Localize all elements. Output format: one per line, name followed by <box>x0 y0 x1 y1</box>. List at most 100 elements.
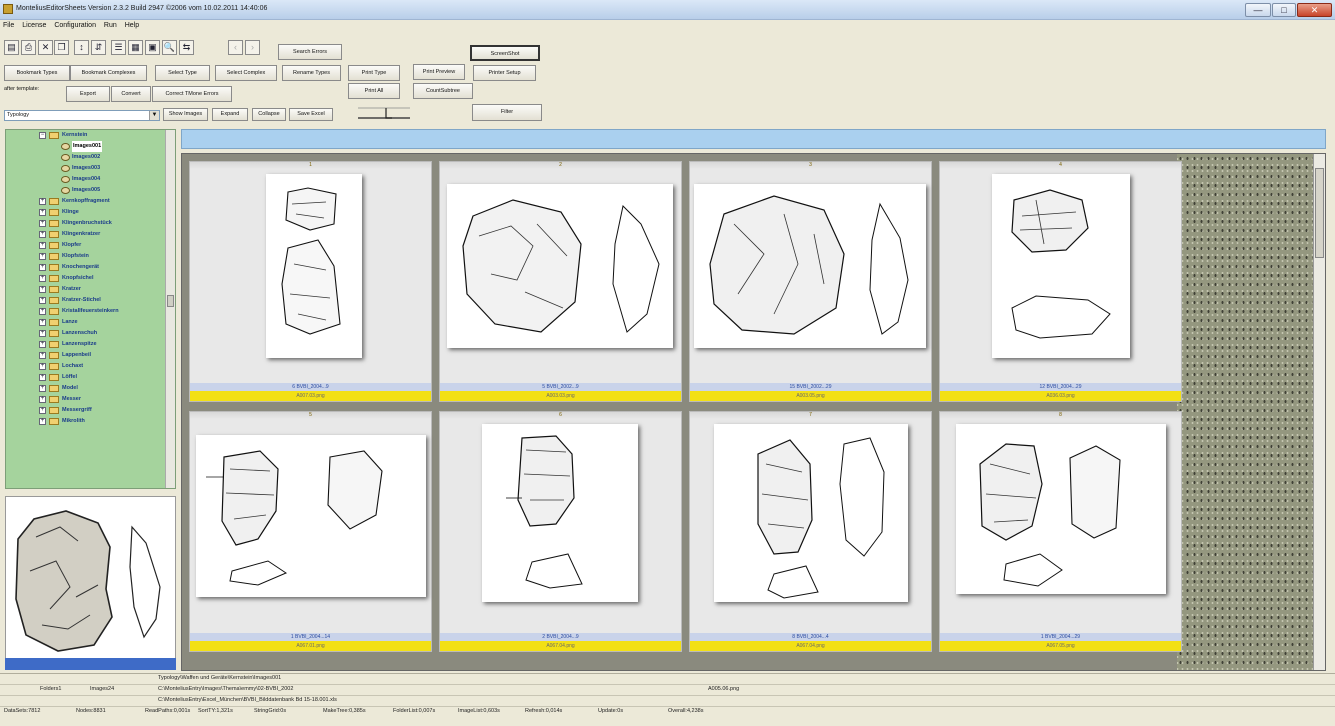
tree-scrollbar[interactable] <box>165 130 175 488</box>
rename-types-button[interactable]: Rename Types <box>282 65 341 81</box>
expand-icon[interactable]: + <box>39 220 46 227</box>
expand-icon[interactable]: + <box>39 363 46 370</box>
tree-folder-item[interactable]: + Lochaxt <box>6 361 166 372</box>
print-type-button[interactable]: Print Type <box>348 65 400 81</box>
filter-icon[interactable]: ⇵ <box>91 40 106 55</box>
find-replace-icon[interactable]: ⇆ <box>179 40 194 55</box>
expand-icon[interactable]: + <box>39 286 46 293</box>
expand-icon[interactable]: + <box>39 253 46 260</box>
close-button[interactable]: ✕ <box>1297 3 1332 17</box>
typology-combo[interactable]: Typology ▼ <box>4 110 160 121</box>
back-icon[interactable]: ‹ <box>228 40 243 55</box>
print-all-button[interactable]: Print All <box>348 83 400 99</box>
expand-icon[interactable]: + <box>39 385 46 392</box>
show-images-button[interactable]: Show Images <box>163 108 208 121</box>
expand-icon[interactable]: + <box>39 374 46 381</box>
search-errors-button[interactable]: Search Errors <box>278 44 342 60</box>
expand-icon[interactable]: + <box>39 275 46 282</box>
select-complex-button[interactable]: Select Complex <box>215 65 277 81</box>
expand-icon[interactable]: + <box>39 231 46 238</box>
tree-folder-item[interactable]: + Messer <box>6 394 166 405</box>
tree-folder-item[interactable]: + Kernkopffragment <box>6 196 166 207</box>
tree-folder-item[interactable]: + Kristallfeuersteinkern <box>6 306 166 317</box>
typology-tree[interactable]: − Kernstein Images001 Images002 Images003 Ima… <box>5 129 176 489</box>
tree-folder-item[interactable]: + Klopfer <box>6 240 166 251</box>
menu-configuration[interactable]: Configuration <box>51 21 99 30</box>
thumbnail-card[interactable]: 3 15 BVBI_2002...29 A003.05.png <box>689 161 932 402</box>
copy-icon[interactable]: ❐ <box>54 40 69 55</box>
open-icon[interactable]: ▤ <box>4 40 19 55</box>
thumbnail-view-icon[interactable]: ▣ <box>145 40 160 55</box>
bookmark-complexes-button[interactable]: Bookmark Complexes <box>70 65 147 81</box>
delete-icon[interactable]: ✕ <box>38 40 53 55</box>
tree-image-item[interactable]: Images004 <box>6 174 166 185</box>
tree-folder-item[interactable]: + Löffel <box>6 372 166 383</box>
tree-folder-item[interactable]: + Mikrolith <box>6 416 166 427</box>
tree-folder-item[interactable]: + Kratzer <box>6 284 166 295</box>
expand-icon[interactable]: + <box>39 319 46 326</box>
tree-folder-item[interactable]: + Klinge <box>6 207 166 218</box>
tree-image-item[interactable]: Images005 <box>6 185 166 196</box>
correct-tmone-errors-button[interactable]: Correct TMone Errors <box>152 86 232 102</box>
size-slider[interactable] <box>356 104 412 122</box>
expand-icon[interactable]: + <box>39 396 46 403</box>
convert-button[interactable]: Convert <box>111 86 151 102</box>
tree-folder-item[interactable]: + Lanzenschuh <box>6 328 166 339</box>
menu-license[interactable]: License <box>19 21 49 30</box>
thumbnail-card[interactable]: 7 8 BVBI_2004...4 A067.04.png <box>689 411 932 652</box>
tree-folder-item[interactable]: + Knopfsichel <box>6 273 166 284</box>
tree-folder-item[interactable]: + Kratzer-Stichel <box>6 295 166 306</box>
tree-folder-item[interactable]: + Model <box>6 383 166 394</box>
list-view-icon[interactable]: ☰ <box>111 40 126 55</box>
menu-file[interactable]: File <box>0 21 17 30</box>
expand-button[interactable]: Expand <box>212 108 248 121</box>
tree-scroll-thumb[interactable] <box>167 295 174 307</box>
grid-scroll-thumb[interactable] <box>1315 168 1324 258</box>
tree-folder-item[interactable]: + Lanze <box>6 317 166 328</box>
grid-vertical-scrollbar[interactable] <box>1313 154 1325 670</box>
expand-icon[interactable]: + <box>39 297 46 304</box>
thumbnail-card[interactable]: 2 5 BVBI_2002...9 A003.03.png <box>439 161 682 402</box>
forward-icon[interactable]: › <box>245 40 260 55</box>
tree-folder-item[interactable]: − Kernstein <box>6 130 166 141</box>
zoom-icon[interactable]: 🔍 <box>162 40 177 55</box>
printer-setup-button[interactable]: Printer Setup <box>473 65 536 81</box>
expand-icon[interactable]: + <box>39 242 46 249</box>
chevron-down-icon[interactable]: ▼ <box>149 111 159 120</box>
screenshot-button[interactable]: ScreenShot <box>470 45 540 61</box>
expand-icon[interactable]: + <box>39 352 46 359</box>
expand-icon[interactable]: + <box>39 418 46 425</box>
expand-icon[interactable]: + <box>39 407 46 414</box>
expand-icon[interactable]: + <box>39 330 46 337</box>
export-button[interactable]: Export <box>66 86 110 102</box>
thumbnail-card[interactable]: 4 12 BVBI_2004...29 A036.03.png <box>939 161 1182 402</box>
tree-folder-item[interactable]: + Klopfstein <box>6 251 166 262</box>
print-icon[interactable]: ⎙ <box>21 40 36 55</box>
save-excel-button[interactable]: Save Excel <box>289 108 333 121</box>
select-type-button[interactable]: Select Type <box>155 65 210 81</box>
tree-folder-item[interactable]: + Klingenbruchstück <box>6 218 166 229</box>
filter-button[interactable]: Filter <box>472 104 542 121</box>
countsubtree-button[interactable]: CountSubtree <box>413 83 473 99</box>
minimize-button[interactable]: — <box>1245 3 1271 17</box>
tree-folder-item[interactable]: + Messergriff <box>6 405 166 416</box>
thumbnail-card[interactable]: 5 1 BVBI_2004...14 A067.01.png <box>189 411 432 652</box>
tree-image-item[interactable]: Images001 <box>6 141 166 152</box>
tree-folder-item[interactable]: + Lappenbeil <box>6 350 166 361</box>
tree-folder-item[interactable]: + Knochengerät <box>6 262 166 273</box>
maximize-button[interactable]: □ <box>1272 3 1296 17</box>
thumbnail-card[interactable]: 6 2 BVBI_2004...9 A067.04.png <box>439 411 682 652</box>
thumbnail-card[interactable]: 8 1 BVBI_2004...29 A067.05.png <box>939 411 1182 652</box>
expand-icon[interactable]: + <box>39 308 46 315</box>
tree-folder-item[interactable]: + Klingenkratzer <box>6 229 166 240</box>
tree-image-item[interactable]: Images002 <box>6 152 166 163</box>
expand-icon[interactable]: + <box>39 341 46 348</box>
grid-view-icon[interactable]: ▦ <box>128 40 143 55</box>
collapse-icon[interactable]: − <box>39 132 46 139</box>
print-preview-button[interactable]: Print Preview <box>413 64 465 80</box>
expand-icon[interactable]: + <box>39 264 46 271</box>
bookmark-types-button[interactable]: Bookmark Types <box>4 65 70 81</box>
sort-icon[interactable]: ↕ <box>74 40 89 55</box>
tree-folder-item[interactable]: + Lanzenspitze <box>6 339 166 350</box>
tree-image-item[interactable]: Images003 <box>6 163 166 174</box>
